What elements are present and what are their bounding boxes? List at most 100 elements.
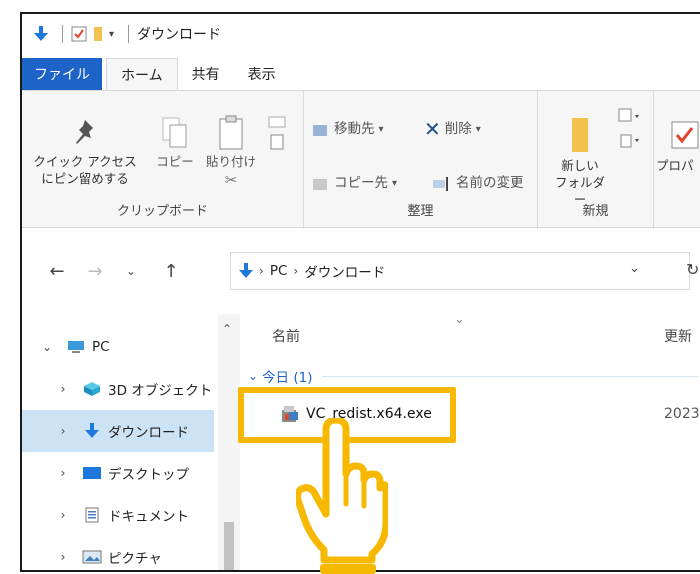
download-location-icon xyxy=(239,263,253,278)
sort-chevron-icon: ⌄ xyxy=(454,312,465,327)
tree-label-pc: PC xyxy=(92,339,110,355)
back-arrow-icon[interactable]: ← xyxy=(42,261,72,282)
move-to-dropdown-icon: ▾ xyxy=(378,124,384,135)
pc-icon xyxy=(66,339,86,355)
window-title: ダウンロード xyxy=(137,27,222,43)
move-to-label: 移動先 xyxy=(334,121,375,137)
tab-home[interactable]: ホーム xyxy=(106,58,178,90)
organize-group-label: 整理 xyxy=(407,204,434,219)
move-to-button[interactable]: 移動先 ▾ xyxy=(312,121,384,138)
small-clipboard-icons[interactable] xyxy=(262,115,292,157)
ribbon-tabs: ファイル ホーム 共有 表示 xyxy=(22,58,700,90)
tab-file[interactable]: ファイル xyxy=(22,58,102,90)
collapsed-chevron-icon[interactable]: › xyxy=(52,382,74,396)
quick-access-dropdown-icon[interactable]: ▾ xyxy=(109,29,114,40)
3d-objects-icon xyxy=(82,381,102,397)
delete-button[interactable]: ✕ 削除 ▾ xyxy=(424,117,481,141)
breadcrumb-pc[interactable]: PC xyxy=(270,263,288,279)
pointing-hand-icon xyxy=(296,418,388,574)
new-group-label: 新規 xyxy=(582,204,609,219)
tree-item-desktop[interactable]: › デスクトップ xyxy=(22,452,214,494)
tree-label-pictures: ピクチャ xyxy=(108,551,162,567)
paste-icon xyxy=(202,113,260,153)
pin-label-2: にピン留めする xyxy=(41,171,129,186)
ribbon: クイック アクセス にピン留めする コピー 貼り付け ✂ クリップボード 移動先… xyxy=(22,90,700,229)
tab-view[interactable]: 表示 xyxy=(234,58,290,90)
new-folder-label-1: 新しい xyxy=(561,158,599,173)
collapsed-chevron-icon-5[interactable]: › xyxy=(52,550,74,564)
new-item-icons[interactable] xyxy=(614,105,644,157)
refresh-icon[interactable]: ↻ xyxy=(686,260,699,279)
tab-share[interactable]: 共有 xyxy=(178,58,234,90)
documents-icon xyxy=(82,507,102,523)
delete-icon: ✕ xyxy=(424,117,441,141)
column-header-name[interactable]: 名前 xyxy=(272,326,300,346)
title-bar: ▾ ダウンロード xyxy=(22,14,700,54)
navigation-pane: ⌄ PC › 3D オブジェクト › ダウンロード › デスクトップ › ドキュ… xyxy=(22,314,240,570)
download-arrow-icon xyxy=(34,26,48,42)
new-folder-button[interactable]: 新しい フォルダー xyxy=(550,113,610,208)
tree-item-pc[interactable]: ⌄ PC xyxy=(22,326,214,368)
organize-group: 移動先 ▾ ✕ 削除 ▾ コピー先 ▾ 名前の変更 整理 xyxy=(304,91,538,229)
delete-label: 削除 xyxy=(444,121,472,137)
collapsed-chevron-icon-3[interactable]: › xyxy=(52,466,74,480)
tree-label-downloads: ダウンロード xyxy=(108,425,189,441)
pin-quick-access-button[interactable]: クイック アクセス にピン留めする xyxy=(26,113,144,187)
rename-icon xyxy=(433,176,448,191)
properties-icon xyxy=(656,113,700,157)
expanded-chevron-icon[interactable]: ⌄ xyxy=(36,340,58,354)
open-group: プロパ xyxy=(654,91,700,229)
group-label: 今日 (1) xyxy=(262,370,313,386)
clipboard-group: クイック アクセス にピン留めする コピー 貼り付け ✂ クリップボード xyxy=(22,91,304,229)
tree-item-documents[interactable]: › ドキュメント xyxy=(22,494,214,536)
group-header-today[interactable]: ⌄ 今日 (1) xyxy=(248,366,698,386)
properties-check-icon[interactable] xyxy=(71,26,87,42)
tree-label-desktop: デスクトップ xyxy=(108,467,189,483)
desktop-icon xyxy=(82,465,102,481)
move-to-icon xyxy=(313,124,327,136)
cut-icon[interactable]: ✂ xyxy=(202,172,260,189)
tree-item-downloads[interactable]: › ダウンロード xyxy=(22,410,214,452)
copy-to-icon xyxy=(313,178,327,190)
nav-scrollbar[interactable]: ⌃ xyxy=(218,314,240,570)
copy-icon xyxy=(150,113,200,153)
address-bar[interactable]: › PC › ダウンロード ⌄ xyxy=(230,252,690,290)
recent-locations-icon[interactable]: ⌄ xyxy=(116,264,146,278)
column-headers: ⌄ 名前 更新 xyxy=(240,312,700,354)
address-dropdown-icon[interactable]: ⌄ xyxy=(629,261,640,276)
group-divider xyxy=(322,375,698,377)
up-arrow-icon[interactable]: ↑ xyxy=(156,261,186,282)
rename-button[interactable]: 名前の変更 xyxy=(432,175,524,192)
pin-label-1: クイック アクセス xyxy=(33,154,137,169)
title-separator xyxy=(62,25,63,43)
tree-item-pictures[interactable]: › ピクチャ xyxy=(22,536,214,570)
pin-icon xyxy=(26,113,144,153)
group-collapse-icon[interactable]: ⌄ xyxy=(248,369,258,383)
tree-item-3d-objects[interactable]: › 3D オブジェクト xyxy=(22,368,214,410)
delete-dropdown-icon: ▾ xyxy=(475,124,481,135)
breadcrumb-chevron-icon: › xyxy=(259,264,264,278)
tree-label-3d-objects: 3D オブジェクト xyxy=(108,383,213,399)
paste-label: 貼り付け xyxy=(205,154,256,169)
copy-button[interactable]: コピー xyxy=(150,113,200,170)
collapsed-chevron-icon-2[interactable]: › xyxy=(52,424,74,438)
folder-icon[interactable] xyxy=(93,26,103,42)
collapsed-chevron-icon-4[interactable]: › xyxy=(52,508,74,522)
forward-arrow-icon[interactable]: → xyxy=(80,261,110,282)
new-folder-icon xyxy=(550,113,610,157)
scrollbar-thumb[interactable] xyxy=(224,522,234,570)
tree-label-documents: ドキュメント xyxy=(108,509,189,525)
pictures-icon xyxy=(82,549,102,565)
breadcrumb-downloads[interactable]: ダウンロード xyxy=(304,261,385,281)
properties-label: プロパ xyxy=(656,158,694,173)
navigation-row: ← → ⌄ ↑ › PC › ダウンロード ⌄ ↻ xyxy=(22,244,700,298)
properties-button[interactable]: プロパ xyxy=(656,113,700,174)
copy-label: コピー xyxy=(156,154,194,169)
title-separator-2 xyxy=(128,25,130,43)
scroll-up-icon[interactable]: ⌃ xyxy=(222,322,232,336)
column-header-date[interactable]: 更新 xyxy=(664,326,692,346)
copy-to-button[interactable]: コピー先 ▾ xyxy=(312,175,397,192)
clipboard-group-label: クリップボード xyxy=(116,204,208,219)
new-group: 新しい フォルダー 新規 xyxy=(538,91,654,229)
paste-button[interactable]: 貼り付け ✂ xyxy=(202,113,260,189)
